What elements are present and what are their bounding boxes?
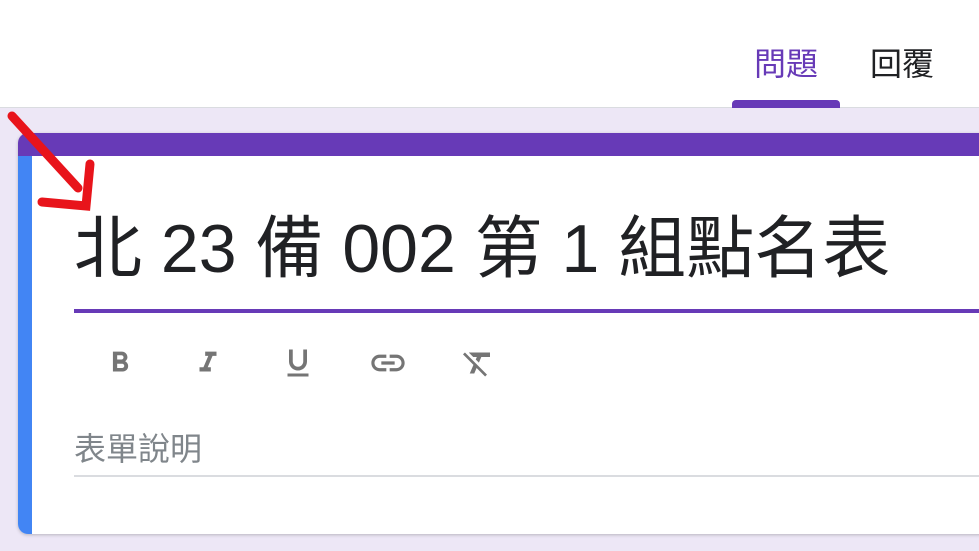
underline-icon	[287, 349, 309, 377]
theme-color-bar	[18, 133, 979, 156]
title-focus-underline	[74, 309, 979, 313]
italic-button[interactable]	[184, 339, 232, 387]
active-tab-indicator	[732, 100, 840, 108]
form-title-input[interactable]: 北 23 備 002 第 1 組點名表	[74, 209, 890, 289]
description-underline	[74, 475, 979, 477]
bold-button[interactable]	[96, 339, 144, 387]
link-button[interactable]	[364, 339, 412, 387]
clear-format-button[interactable]	[454, 339, 502, 387]
form-header-card[interactable]: 北 23 備 002 第 1 組點名表 表單說明	[18, 133, 979, 534]
tab-questions[interactable]: 問題	[754, 44, 818, 84]
clear-format-icon	[463, 352, 490, 377]
tab-responses[interactable]: 回覆	[870, 44, 934, 84]
italic-icon	[199, 351, 217, 372]
bold-icon	[112, 351, 129, 372]
top-bar: 問題 回覆	[0, 0, 979, 108]
link-icon	[371, 354, 405, 372]
form-description-input[interactable]: 表單說明	[74, 429, 202, 469]
underline-button[interactable]	[274, 339, 322, 387]
red-arrow-annotation	[7, 111, 95, 211]
